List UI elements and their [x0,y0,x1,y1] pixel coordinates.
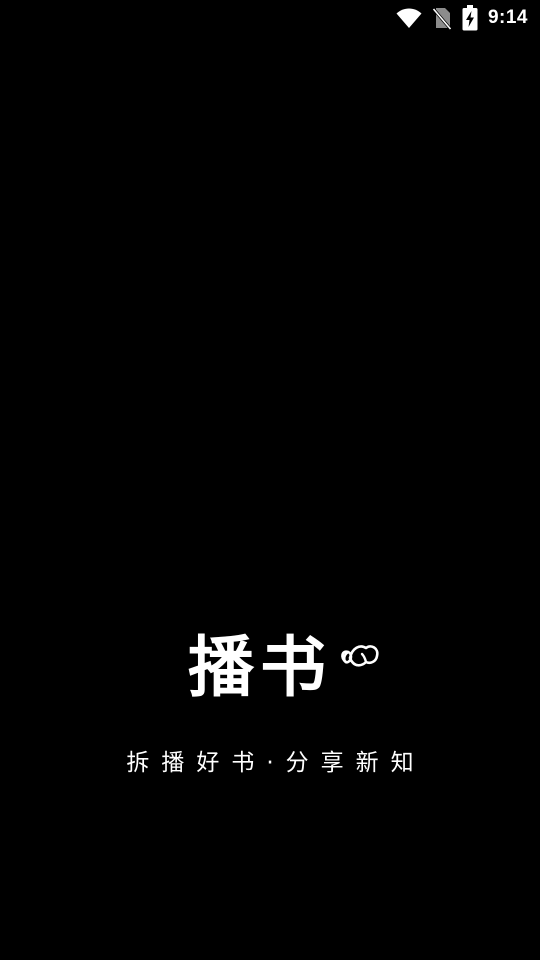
status-bar: 9:14 [0,0,540,36]
no-sim-icon [432,8,452,30]
loop-knot-icon [341,645,379,667]
battery-charging-icon [462,5,478,31]
status-time: 9:14 [487,7,528,28]
logo-text: 播书 [188,629,332,706]
app-logo: 播书 [0,632,540,704]
wifi-icon [396,8,422,28]
status-icons: 9:14 [396,4,528,32]
tagline: 拆播好书·分享新知 [126,750,426,776]
